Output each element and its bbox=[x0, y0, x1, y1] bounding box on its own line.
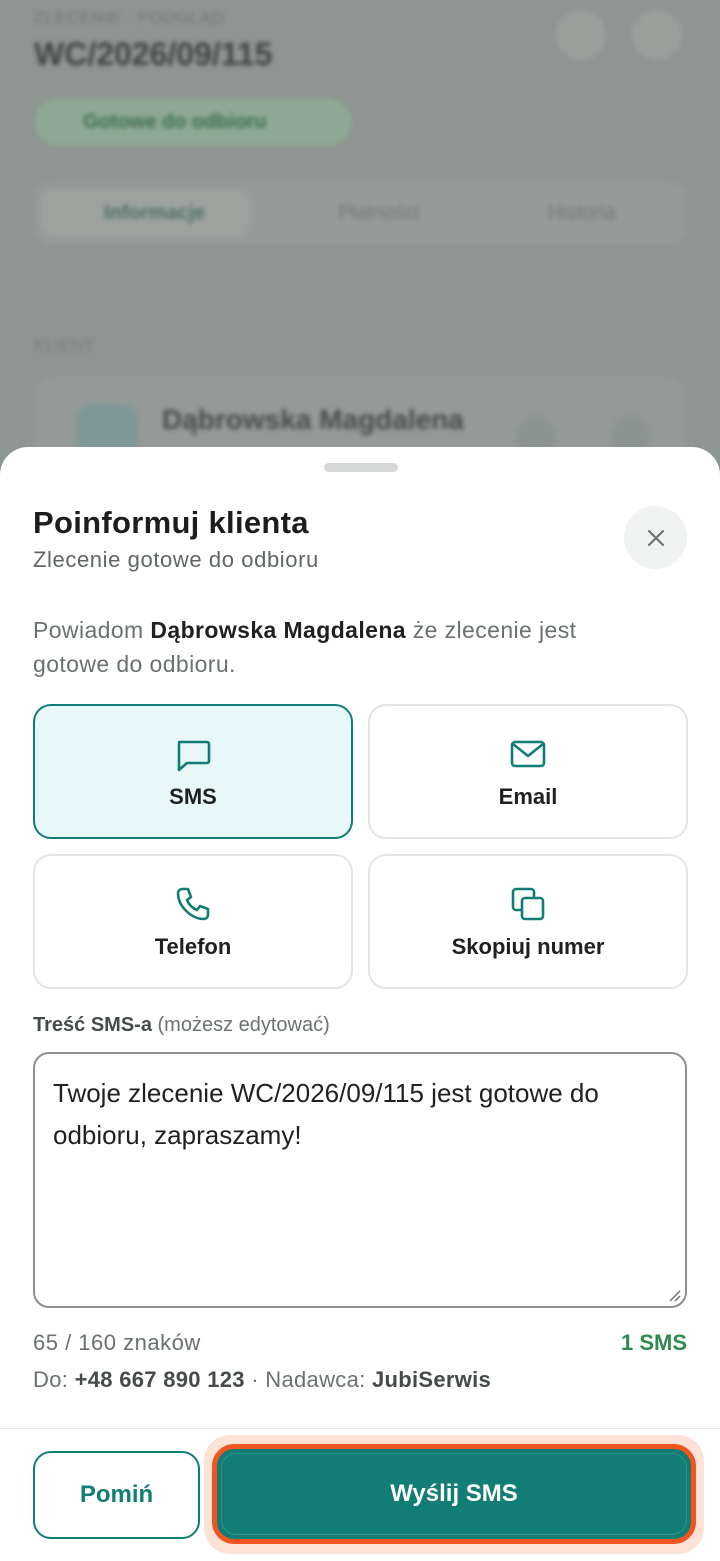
sheet-subtitle: Zlecenie gotowe do odbioru bbox=[33, 547, 319, 572]
notify-client-sheet: Poinformuj klienta Zlecenie gotowe do od… bbox=[0, 447, 720, 1561]
close-icon bbox=[647, 529, 664, 546]
option-copy-number[interactable]: Skopiuj numer bbox=[368, 854, 688, 989]
recipient-info: Do: +48 667 890 123 · Nadawca: JubiSerwi… bbox=[33, 1367, 491, 1393]
copy-icon bbox=[511, 887, 545, 920]
sms-field-label-bold: Treść SMS-a bbox=[33, 1014, 152, 1036]
tab-historia: Historia bbox=[548, 202, 616, 224]
option-phone[interactable]: Telefon bbox=[33, 854, 353, 989]
sheet-title: Poinformuj klienta bbox=[33, 505, 309, 540]
sms-parts-count: 1 SMS bbox=[620, 1330, 687, 1355]
footer-divider bbox=[0, 1428, 720, 1429]
section-label: KLIENT bbox=[34, 336, 94, 355]
sms-textarea[interactable]: Twoje zlecenie WC/2026/09/115 jest gotow… bbox=[33, 1052, 687, 1308]
intro-client-name: Dąbrowska Magdalena bbox=[150, 617, 406, 643]
char-counter: 65 / 160 znaków bbox=[33, 1330, 201, 1355]
share-icon bbox=[556, 10, 606, 60]
option-email[interactable]: Email bbox=[368, 704, 688, 839]
tab-bar: Informacje Płatności Historia bbox=[34, 182, 686, 244]
order-number-title: WC/2026/09/115 bbox=[34, 36, 273, 72]
option-phone-label: Telefon bbox=[154, 933, 232, 959]
sender-label: · Nadawca: bbox=[244, 1367, 372, 1392]
more-icon bbox=[632, 10, 682, 60]
status-chip: Gotowe do odbioru bbox=[34, 98, 352, 146]
send-sms-button[interactable]: Wyślij SMS bbox=[212, 1444, 696, 1544]
sms-text[interactable]: Twoje zlecenie WC/2026/09/115 jest gotow… bbox=[53, 1078, 599, 1150]
sender-name: JubiSerwis bbox=[371, 1367, 492, 1392]
message-icon bbox=[177, 740, 211, 771]
recipient-phone: +48 667 890 123 bbox=[74, 1367, 245, 1392]
tab-informacje: Informacje bbox=[40, 190, 250, 236]
breadcrumb: ZLECENIE · PODGLĄD bbox=[34, 8, 225, 27]
intro-prefix: Powiadom bbox=[33, 617, 151, 643]
resize-handle-icon[interactable] bbox=[667, 1288, 681, 1302]
send-button-inner bbox=[221, 1453, 687, 1535]
skip-button[interactable]: Pomiń bbox=[33, 1451, 200, 1539]
option-email-label: Email bbox=[498, 783, 558, 809]
sms-field-label: Treść SMS-a (możesz edytować) bbox=[33, 1014, 330, 1037]
option-sms-label: SMS bbox=[169, 783, 217, 809]
phone-icon bbox=[176, 887, 210, 920]
option-copy-label: Skopiuj numer bbox=[451, 933, 605, 959]
tab-platnosci: Płatności bbox=[338, 202, 420, 224]
mail-icon bbox=[510, 740, 546, 767]
to-label: Do: bbox=[33, 1367, 75, 1392]
option-sms[interactable]: SMS bbox=[33, 704, 353, 839]
intro-text: Powiadom Dąbrowska Magdalena że zlecenie… bbox=[33, 613, 653, 681]
sms-field-label-hint: (możesz edytować) bbox=[151, 1014, 330, 1036]
close-button[interactable] bbox=[624, 506, 687, 569]
sheet-grabber[interactable] bbox=[324, 463, 398, 472]
background-page: ZLECENIE · PODGLĄD WC/2026/09/115 Gotowe… bbox=[0, 0, 720, 520]
client-name: Dąbrowska Magdalena bbox=[162, 404, 464, 435]
